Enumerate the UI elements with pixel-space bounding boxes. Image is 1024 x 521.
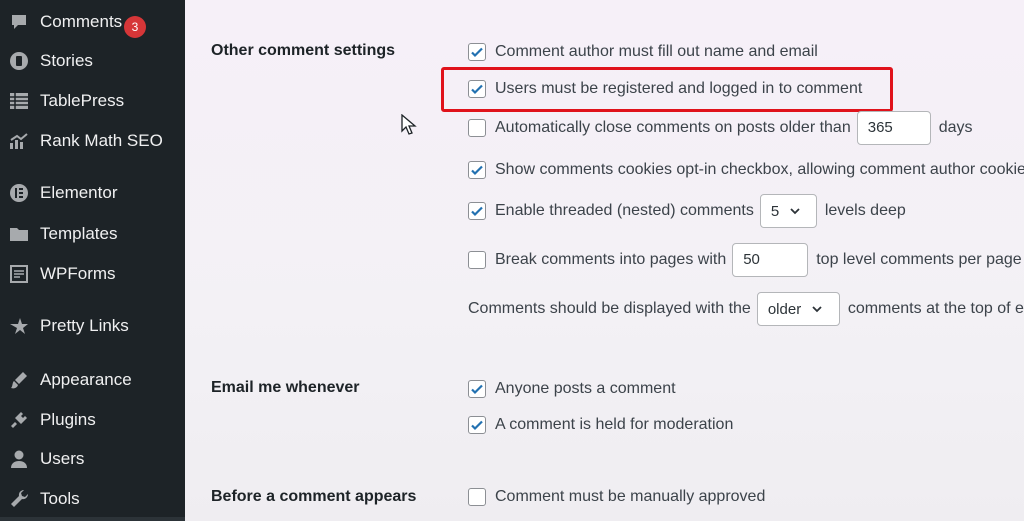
checkmark-icon (471, 420, 483, 431)
sidebar-item-templates[interactable]: Templates (0, 218, 185, 250)
sidebar-item-label: Elementor (40, 183, 118, 202)
cookies-checkbox[interactable] (468, 161, 486, 179)
forms-icon (8, 263, 30, 285)
option-label: Comment must be manually approved (495, 488, 766, 505)
user-icon (8, 448, 30, 470)
mouse-cursor-icon (401, 114, 417, 135)
manual-approval-checkbox[interactable] (468, 488, 486, 506)
option-author-fill[interactable]: Comment author must fill out name and em… (468, 41, 818, 63)
option-held-moderation[interactable]: A comment is held for moderation (468, 414, 733, 436)
sidebar-item-wpforms[interactable]: WPForms (0, 258, 185, 290)
display-prefix: Comments should be displayed with the (468, 300, 751, 317)
close-days-input[interactable]: 365 (856, 111, 931, 145)
select-value: 5 (770, 202, 780, 220)
days-suffix: days (938, 119, 973, 136)
sidebar-item-label: Comments (40, 12, 123, 31)
option-label: Break comments into pages with (495, 251, 727, 268)
option-break-pages[interactable]: Break comments into pages with 50 top le… (468, 243, 1022, 277)
option-auto-close[interactable]: Automatically close comments on posts ol… (468, 111, 973, 145)
sidebar-item-tools[interactable]: Tools (0, 483, 185, 515)
option-label: A comment is held for moderation (495, 416, 734, 433)
display-suffix: comments at the top of each page (847, 300, 1024, 317)
option-label: Comment author must fill out name and em… (495, 43, 818, 60)
per-page-suffix: top level comments per page (816, 251, 1022, 268)
folder-icon (8, 223, 30, 245)
sidebar-item-rank-math[interactable]: Rank Math SEO (0, 125, 185, 157)
held-moderation-checkbox[interactable] (468, 416, 486, 434)
wrench-icon (8, 488, 30, 510)
sidebar-item-label: Tools (40, 489, 80, 508)
checkmark-icon (471, 384, 483, 395)
checkmark-icon (471, 47, 483, 58)
option-cookies-opt-in[interactable]: Show comments cookies opt-in checkbox, a… (468, 159, 1024, 181)
section-title-other-comment-settings: Other comment settings (211, 42, 396, 59)
option-manual-approval[interactable]: Comment must be manually approved (468, 486, 765, 508)
sidebar-item-label: Rank Math SEO (40, 131, 163, 150)
section-title-before-comment-appears: Before a comment appears (211, 488, 417, 505)
comments-per-page-input[interactable]: 50 (732, 243, 809, 277)
option-display-order[interactable]: Comments should be displayed with the ol… (468, 292, 1024, 326)
option-label: Enable threaded (nested) comments (495, 202, 754, 219)
threaded-checkbox[interactable] (468, 202, 486, 220)
sidebar-item-comments[interactable]: Comments 3 (0, 6, 185, 38)
admin-sidebar: Comments 3 Stories TablePress Rank Math … (0, 0, 185, 521)
plug-icon (8, 409, 30, 431)
break-pages-checkbox[interactable] (468, 251, 486, 269)
select-value: older (767, 300, 802, 318)
stories-icon (8, 50, 30, 72)
option-threaded-comments[interactable]: Enable threaded (nested) comments 5 leve… (468, 194, 906, 228)
comment-bubble-icon (8, 11, 30, 33)
sidebar-item-tablepress[interactable]: TablePress (0, 85, 185, 117)
sidebar-item-label: WPForms (40, 264, 116, 283)
sidebar-item-label: TablePress (40, 91, 125, 110)
thread-depth-select[interactable]: 5 (759, 194, 817, 228)
red-highlight-annotation (441, 67, 893, 112)
sidebar-item-elementor[interactable]: Elementor (0, 177, 185, 209)
discussion-settings-main: Other comment settings Comment author mu… (185, 0, 1024, 521)
option-label: Show comments cookies opt-in checkbox, a… (495, 161, 1024, 178)
sidebar-item-appearance[interactable]: Appearance (0, 364, 185, 396)
table-icon (8, 90, 30, 112)
checkmark-icon (471, 165, 483, 176)
chevron-down-icon (812, 306, 822, 313)
sidebar-item-label: Users (40, 449, 85, 468)
sidebar-item-users[interactable]: Users (0, 443, 185, 475)
option-anyone-posts[interactable]: Anyone posts a comment (468, 378, 676, 400)
chevron-down-icon (790, 208, 800, 215)
anyone-posts-checkbox[interactable] (468, 380, 486, 398)
chart-icon (8, 130, 30, 152)
sidebar-scroll-edge (0, 517, 185, 521)
sidebar-item-stories[interactable]: Stories (0, 45, 185, 77)
sidebar-item-label: Plugins (40, 410, 96, 429)
checkmark-icon (471, 206, 483, 217)
sidebar-item-label: Templates (40, 224, 118, 243)
sidebar-item-label: Pretty Links (40, 316, 129, 335)
author-fill-checkbox[interactable] (468, 43, 486, 61)
sidebar-item-label: Stories (40, 51, 93, 70)
comment-count-badge: 3 (124, 16, 146, 38)
auto-close-checkbox[interactable] (468, 119, 486, 137)
sidebar-item-label: Appearance (40, 370, 132, 389)
elementor-icon (8, 182, 30, 204)
star-link-icon (8, 315, 30, 337)
paintbrush-icon (8, 369, 30, 391)
section-title-email-me-whenever: Email me whenever (211, 379, 360, 396)
comment-order-select[interactable]: older (756, 292, 840, 326)
option-label: Anyone posts a comment (495, 380, 676, 397)
option-label: Automatically close comments on posts ol… (495, 119, 851, 136)
sidebar-item-pretty-links[interactable]: Pretty Links (0, 310, 185, 342)
levels-suffix: levels deep (824, 202, 906, 219)
sidebar-item-plugins[interactable]: Plugins (0, 404, 185, 436)
